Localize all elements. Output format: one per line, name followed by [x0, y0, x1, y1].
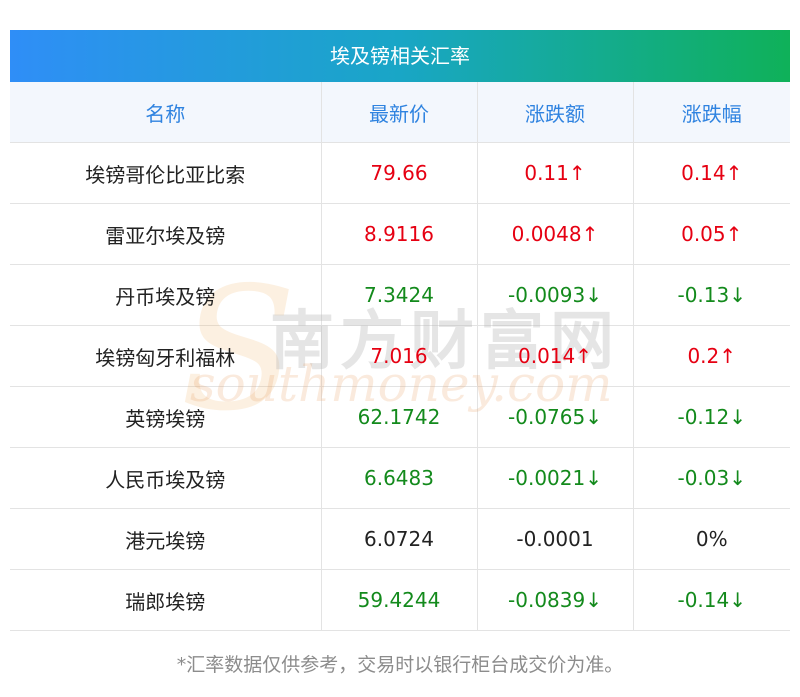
cell-change: 0.014↑: [477, 325, 634, 387]
cell-price: 6.6483: [321, 447, 478, 509]
cell-price: 62.1742: [321, 386, 478, 448]
table-row: 埃镑哥伦比亚比索 79.66 0.11↑ 0.14↑: [10, 142, 790, 204]
table-row: 雷亚尔埃及镑 8.9116 0.0048↑ 0.05↑: [10, 203, 790, 265]
cell-name: 人民币埃及镑: [10, 447, 322, 509]
table-row: 人民币埃及镑 6.6483 -0.0021↓ -0.03↓: [10, 447, 790, 509]
cell-change: -0.0839↓: [477, 569, 634, 631]
header-pct: 涨跌幅: [633, 82, 790, 143]
cell-name: 埃镑匈牙利福林: [10, 325, 322, 387]
table-row: 港元埃镑 6.0724 -0.0001 0%: [10, 508, 790, 570]
cell-price: 59.4244: [321, 569, 478, 631]
cell-name: 埃镑哥伦比亚比索: [10, 142, 322, 204]
table-row: 瑞郎埃镑 59.4244 -0.0839↓ -0.14↓: [10, 569, 790, 631]
cell-price: 8.9116: [321, 203, 478, 265]
cell-name: 港元埃镑: [10, 508, 322, 570]
cell-change: -0.0765↓: [477, 386, 634, 448]
cell-change: 0.11↑: [477, 142, 634, 204]
cell-pct: -0.14↓: [633, 569, 790, 631]
table-row: 丹币埃及镑 7.3424 -0.0093↓ -0.13↓: [10, 264, 790, 326]
cell-change: -0.0021↓: [477, 447, 634, 509]
cell-pct: 0.05↑: [633, 203, 790, 265]
cell-change: -0.0001: [477, 508, 634, 570]
cell-pct: -0.13↓: [633, 264, 790, 326]
cell-price: 6.0724: [321, 508, 478, 570]
cell-pct: -0.03↓: [633, 447, 790, 509]
rate-table-container: 埃及镑相关汇率 名称 最新价 涨跌额 涨跌幅 埃镑哥伦比亚比索 79.66 0.…: [10, 30, 790, 631]
footnote: *汇率数据仅供参考，交易时以银行柜台成交价为准。: [176, 654, 624, 676]
page: S 南方财富网 southmoney.com 埃及镑相关汇率 名称 最新价 涨跌…: [0, 0, 800, 697]
header-change: 涨跌额: [477, 82, 634, 143]
cell-pct: 0.14↑: [633, 142, 790, 204]
cell-change: -0.0093↓: [477, 264, 634, 326]
table-title: 埃及镑相关汇率: [10, 30, 790, 82]
table-row: 埃镑匈牙利福林 7.016 0.014↑ 0.2↑: [10, 325, 790, 387]
table-body: 埃镑哥伦比亚比索 79.66 0.11↑ 0.14↑ 雷亚尔埃及镑 8.9116…: [10, 142, 790, 631]
cell-name: 雷亚尔埃及镑: [10, 203, 322, 265]
table-row: 英镑埃镑 62.1742 -0.0765↓ -0.12↓: [10, 386, 790, 448]
cell-price: 7.016: [321, 325, 478, 387]
cell-price: 7.3424: [321, 264, 478, 326]
rate-table: 名称 最新价 涨跌额 涨跌幅 埃镑哥伦比亚比索 79.66 0.11↑ 0.14…: [10, 82, 790, 631]
cell-name: 丹币埃及镑: [10, 264, 322, 326]
header-row: 名称 最新价 涨跌额 涨跌幅: [10, 82, 790, 143]
cell-change: 0.0048↑: [477, 203, 634, 265]
cell-pct: 0%: [633, 508, 790, 570]
header-name: 名称: [10, 82, 322, 143]
cell-price: 79.66: [321, 142, 478, 204]
cell-pct: -0.12↓: [633, 386, 790, 448]
cell-name: 瑞郎埃镑: [10, 569, 322, 631]
cell-name: 英镑埃镑: [10, 386, 322, 448]
header-price: 最新价: [321, 82, 478, 143]
cell-pct: 0.2↑: [633, 325, 790, 387]
